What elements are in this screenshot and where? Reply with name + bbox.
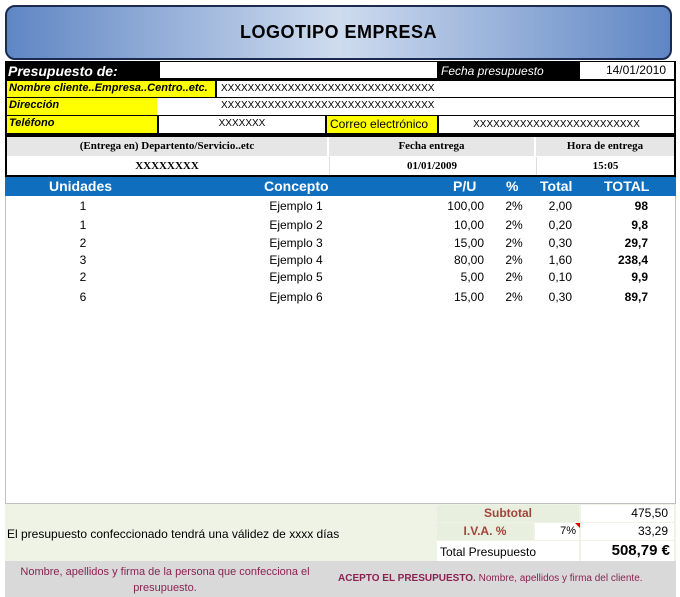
col-total: Total	[540, 178, 573, 194]
cell-concepto[interactable]: Ejemplo 2	[236, 216, 356, 234]
fecha-presupuesto-value[interactable]: 14/01/2010	[580, 62, 674, 79]
cell-total2[interactable]: 89,7	[596, 288, 648, 306]
cell-pct[interactable]: 2%	[500, 268, 528, 286]
delivery-block: (Entrega en) Departento/Servicio..etc Fe…	[5, 135, 676, 177]
table-row: 2 Ejemplo 5 5,00 2% 0,10 9,9	[6, 268, 677, 286]
total-presupuesto-label: Total Presupuesto	[437, 541, 579, 561]
signature-left-text: Nombre, apellidos y firma de la persona …	[20, 566, 310, 594]
cell-unidades[interactable]: 6	[66, 288, 100, 306]
table-row: 1 Ejemplo 2 10,00 2% 0,20 9,8	[6, 216, 677, 234]
hora-entrega-value[interactable]: 15:05	[536, 157, 674, 175]
telefono-value[interactable]: XXXXXXX	[159, 116, 325, 133]
items-table-header: Unidades Concepto P/U % Total TOTAL	[5, 177, 676, 196]
cell-unidades[interactable]: 3	[66, 251, 100, 269]
acepto-detail: Nombre, apellidos y firma del cliente.	[475, 573, 643, 584]
direccion-label: Dirección	[7, 98, 157, 115]
cell-pu[interactable]: 100,00	[426, 197, 484, 215]
cell-concepto[interactable]: Ejemplo 4	[236, 251, 356, 269]
budget-header: Presupuesto de: Fecha presupuesto 14/01/…	[5, 61, 676, 135]
cell-pu[interactable]: 15,00	[426, 288, 484, 306]
cell-pct[interactable]: 2%	[500, 234, 528, 252]
correo-value[interactable]: XXXXXXXXXXXXXXXXXXXXXXXXX	[439, 116, 674, 133]
fecha-entrega-label: Fecha entrega	[329, 137, 534, 156]
acepto-label: ACEPTO EL PRESUPUESTO.	[338, 573, 476, 584]
presupuesto-input[interactable]	[160, 62, 437, 78]
col-unidades: Unidades	[49, 178, 113, 194]
correo-label: Correo electrónico	[327, 116, 437, 133]
table-row: 1 Ejemplo 1 100,00 2% 2,00 98	[6, 197, 677, 215]
entrega-label: (Entrega en) Departento/Servicio..etc	[7, 137, 327, 156]
col-pu: P/U	[453, 178, 477, 194]
cliente-value[interactable]: XXXXXXXXXXXXXXXXXXXXXXXXXXXXXXXX	[217, 81, 674, 97]
cell-total[interactable]: 1,60	[534, 251, 572, 269]
company-logo-text: LOGOTIPO EMPRESA	[239, 22, 438, 42]
cell-concepto[interactable]: Ejemplo 5	[236, 268, 356, 286]
cell-unidades[interactable]: 1	[66, 197, 100, 215]
col-concepto: Concepto	[264, 178, 329, 194]
totals-block: El presupuesto confeccionado tendrá una …	[5, 503, 676, 561]
iva-pct[interactable]: 7%	[535, 523, 579, 540]
items-table-body: 1 Ejemplo 1 100,00 2% 2,00 98 1 Ejemplo 2 10,00 2…	[5, 196, 676, 503]
cell-unidades[interactable]: 1	[66, 216, 100, 234]
cell-pct[interactable]: 2%	[500, 288, 528, 306]
telefono-label: Teléfono	[7, 116, 157, 133]
subtotal-label: Subtotal	[437, 505, 579, 522]
cell-total2[interactable]: 9,8	[596, 216, 648, 234]
direccion-spacer	[157, 98, 217, 115]
cell-pct[interactable]: 2%	[500, 251, 528, 269]
cell-concepto[interactable]: Ejemplo 1	[236, 197, 356, 215]
cell-total[interactable]: 0,10	[534, 268, 572, 286]
cell-total2[interactable]: 29,7	[596, 234, 648, 252]
table-row: 3 Ejemplo 4 80,00 2% 1,60 238,4	[6, 251, 677, 269]
company-logo-banner: LOGOTIPO EMPRESA	[5, 5, 672, 60]
cell-pct[interactable]: 2%	[500, 197, 528, 215]
validez-text: El presupuesto confeccionado tendrá una …	[7, 527, 340, 541]
signature-block: Nombre, apellidos y firma de la persona …	[5, 561, 676, 597]
cell-concepto[interactable]: Ejemplo 6	[236, 288, 356, 306]
cell-pct[interactable]: 2%	[500, 216, 528, 234]
signature-right-text: ACEPTO EL PRESUPUESTO. Nombre, apellidos…	[338, 570, 674, 588]
subtotal-value: 475,50	[581, 505, 674, 522]
comment-indicator-icon	[575, 523, 580, 528]
table-row: 6 Ejemplo 6 15,00 2% 0,30 89,7	[6, 288, 677, 306]
iva-value: 33,29	[581, 523, 674, 540]
cell-total2[interactable]: 238,4	[596, 251, 648, 269]
col-total2: TOTAL	[604, 178, 650, 194]
cell-pu[interactable]: 10,00	[426, 216, 484, 234]
fecha-entrega-value[interactable]: 01/01/2009	[329, 157, 534, 175]
cell-pu[interactable]: 80,00	[426, 251, 484, 269]
cell-total[interactable]: 2,00	[534, 197, 572, 215]
cell-total2[interactable]: 98	[596, 197, 648, 215]
col-pct: %	[506, 178, 519, 194]
cell-total[interactable]: 0,30	[534, 234, 572, 252]
cell-total2[interactable]: 9,9	[596, 268, 648, 286]
cell-pu[interactable]: 5,00	[426, 268, 484, 286]
cell-total[interactable]: 0,20	[534, 216, 572, 234]
fecha-presupuesto-label: Fecha presupuesto	[441, 64, 544, 78]
total-presupuesto-value: 508,79 €	[581, 541, 674, 561]
cell-unidades[interactable]: 2	[66, 268, 100, 286]
table-row: 2 Ejemplo 3 15,00 2% 0,30 29,7	[6, 234, 677, 252]
entrega-value[interactable]: XXXXXXXX	[7, 157, 327, 175]
cell-unidades[interactable]: 2	[66, 234, 100, 252]
cell-total[interactable]: 0,30	[534, 288, 572, 306]
hora-entrega-label: Hora de entrega	[536, 137, 674, 156]
direccion-value[interactable]: XXXXXXXXXXXXXXXXXXXXXXXXXXXXXXXX	[217, 98, 674, 115]
cliente-label: Nombre cliente..Empresa..Centro..etc.	[7, 81, 215, 97]
cell-concepto[interactable]: Ejemplo 3	[236, 234, 356, 252]
cell-pu[interactable]: 15,00	[426, 234, 484, 252]
iva-label: I.V.A. %	[437, 523, 533, 540]
presupuesto-label: Presupuesto de:	[8, 63, 118, 79]
